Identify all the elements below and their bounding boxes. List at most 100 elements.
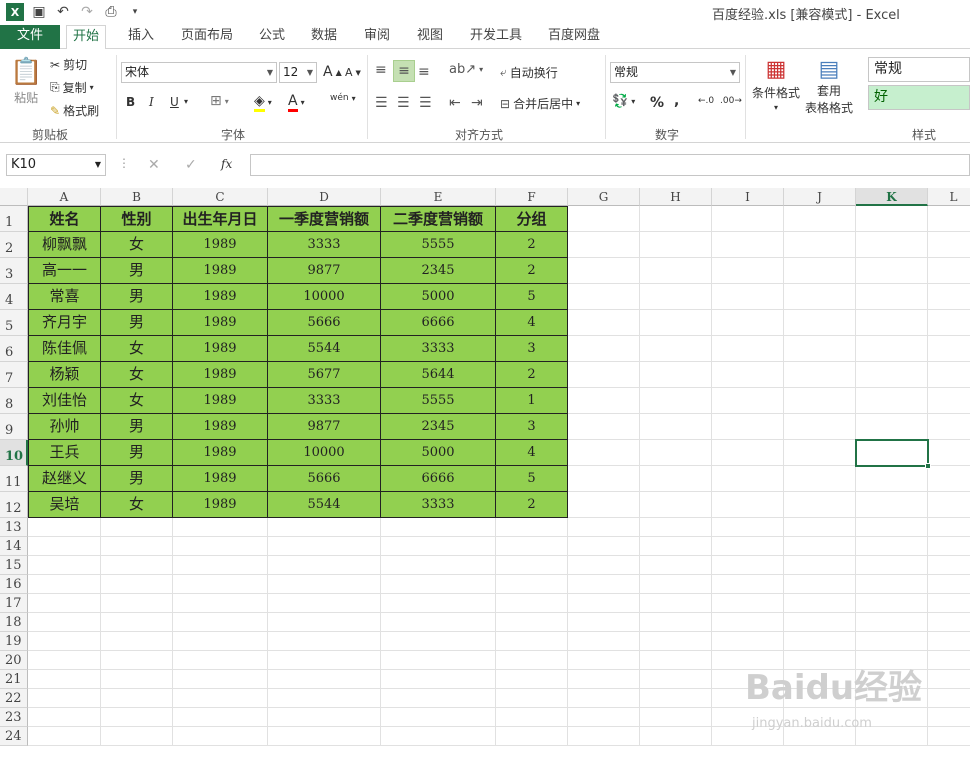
empty-cell[interactable] (496, 537, 568, 556)
table-cell[interactable]: 女 (101, 388, 173, 414)
empty-cell[interactable] (784, 362, 856, 388)
table-cell[interactable]: 吴培 (28, 492, 101, 518)
empty-cell[interactable] (568, 284, 640, 310)
empty-cell[interactable] (784, 466, 856, 492)
empty-cell[interactable] (101, 594, 173, 613)
empty-cell[interactable] (856, 310, 928, 336)
empty-cell[interactable] (381, 575, 496, 594)
empty-cell[interactable] (928, 594, 970, 613)
empty-cell[interactable] (712, 537, 784, 556)
column-header-j[interactable]: J (784, 188, 856, 206)
empty-cell[interactable] (381, 670, 496, 689)
empty-cell[interactable] (856, 518, 928, 537)
table-cell[interactable]: 3333 (381, 336, 496, 362)
align-right-icon[interactable]: ☰ (419, 95, 432, 111)
empty-cell[interactable] (28, 556, 101, 575)
conditional-format-button[interactable]: ▦ 条件格式 ▾ (752, 57, 800, 112)
empty-cell[interactable] (268, 670, 381, 689)
table-cell[interactable]: 柳飘飘 (28, 232, 101, 258)
empty-cell[interactable] (640, 362, 712, 388)
empty-cell[interactable] (173, 518, 268, 537)
empty-cell[interactable] (381, 708, 496, 727)
empty-cell[interactable] (101, 613, 173, 632)
column-header-h[interactable]: H (640, 188, 712, 206)
table-cell[interactable]: 3333 (381, 492, 496, 518)
accounting-format-icon[interactable]: 💱 ▾ (612, 94, 635, 109)
empty-cell[interactable] (856, 232, 928, 258)
empty-cell[interactable] (712, 388, 784, 414)
column-header-l[interactable]: L (928, 188, 970, 206)
row-header-6[interactable]: 6 (0, 336, 28, 362)
column-header-a[interactable]: A (28, 188, 101, 206)
font-name-combo[interactable]: 宋体 ▼ (121, 62, 277, 83)
empty-cell[interactable] (712, 632, 784, 651)
row-header-4[interactable]: 4 (0, 284, 28, 310)
table-cell[interactable]: 1989 (173, 362, 268, 388)
empty-cell[interactable] (101, 556, 173, 575)
row-header-7[interactable]: 7 (0, 362, 28, 388)
tab-file[interactable]: 文件 (0, 25, 60, 49)
confirm-icon[interactable]: ✓ (185, 157, 197, 173)
empty-cell[interactable] (784, 232, 856, 258)
empty-cell[interactable] (928, 575, 970, 594)
empty-cell[interactable] (496, 689, 568, 708)
column-header-b[interactable]: B (101, 188, 173, 206)
empty-cell[interactable] (268, 632, 381, 651)
empty-cell[interactable] (568, 232, 640, 258)
empty-cell[interactable] (856, 492, 928, 518)
table-cell[interactable]: 1989 (173, 440, 268, 466)
empty-cell[interactable] (928, 336, 970, 362)
empty-cell[interactable] (712, 613, 784, 632)
empty-cell[interactable] (784, 206, 856, 232)
table-cell[interactable]: 5 (496, 466, 568, 492)
row-header-8[interactable]: 8 (0, 388, 28, 414)
percent-button[interactable]: % (650, 95, 664, 111)
increase-decimal-icon[interactable]: ←.0 (698, 96, 714, 106)
empty-cell[interactable] (640, 414, 712, 440)
empty-cell[interactable] (640, 727, 712, 746)
table-header-cell[interactable]: 分组 (496, 206, 568, 232)
empty-cell[interactable] (856, 388, 928, 414)
empty-cell[interactable] (101, 518, 173, 537)
row-header-1[interactable]: 1 (0, 206, 28, 232)
table-cell[interactable]: 女 (101, 362, 173, 388)
row-header-11[interactable]: 11 (0, 466, 28, 492)
empty-cell[interactable] (268, 556, 381, 575)
empty-cell[interactable] (784, 310, 856, 336)
cancel-icon[interactable]: ✕ (148, 157, 160, 173)
insert-function-button[interactable]: fx (221, 157, 232, 171)
column-header-e[interactable]: E (381, 188, 496, 206)
empty-cell[interactable] (28, 518, 101, 537)
row-header-5[interactable]: 5 (0, 310, 28, 336)
table-cell[interactable]: 6666 (381, 310, 496, 336)
empty-cell[interactable] (568, 518, 640, 537)
empty-cell[interactable] (568, 556, 640, 575)
empty-cell[interactable] (712, 258, 784, 284)
empty-cell[interactable] (640, 258, 712, 284)
table-cell[interactable]: 5 (496, 284, 568, 310)
table-cell[interactable]: 5544 (268, 336, 381, 362)
table-cell[interactable]: 2345 (381, 258, 496, 284)
empty-cell[interactable] (381, 727, 496, 746)
empty-cell[interactable] (173, 632, 268, 651)
table-cell[interactable]: 1989 (173, 336, 268, 362)
empty-cell[interactable] (28, 708, 101, 727)
tab-formulas[interactable]: 公式 (253, 25, 291, 49)
empty-cell[interactable] (28, 727, 101, 746)
table-cell[interactable]: 赵继义 (28, 466, 101, 492)
table-cell[interactable]: 1989 (173, 388, 268, 414)
format-painter-button[interactable]: ✎ 格式刷 (50, 102, 99, 119)
empty-cell[interactable] (928, 689, 970, 708)
tab-insert[interactable]: 插入 (122, 25, 160, 49)
row-header-16[interactable]: 16 (0, 575, 28, 594)
table-header-cell[interactable]: 性别 (101, 206, 173, 232)
empty-cell[interactable] (496, 670, 568, 689)
table-cell[interactable]: 男 (101, 414, 173, 440)
empty-cell[interactable] (568, 689, 640, 708)
empty-cell[interactable] (784, 632, 856, 651)
empty-cell[interactable] (712, 414, 784, 440)
print-preview-icon[interactable]: ⎙ (102, 3, 120, 21)
empty-cell[interactable] (640, 632, 712, 651)
empty-cell[interactable] (268, 594, 381, 613)
empty-cell[interactable] (568, 336, 640, 362)
